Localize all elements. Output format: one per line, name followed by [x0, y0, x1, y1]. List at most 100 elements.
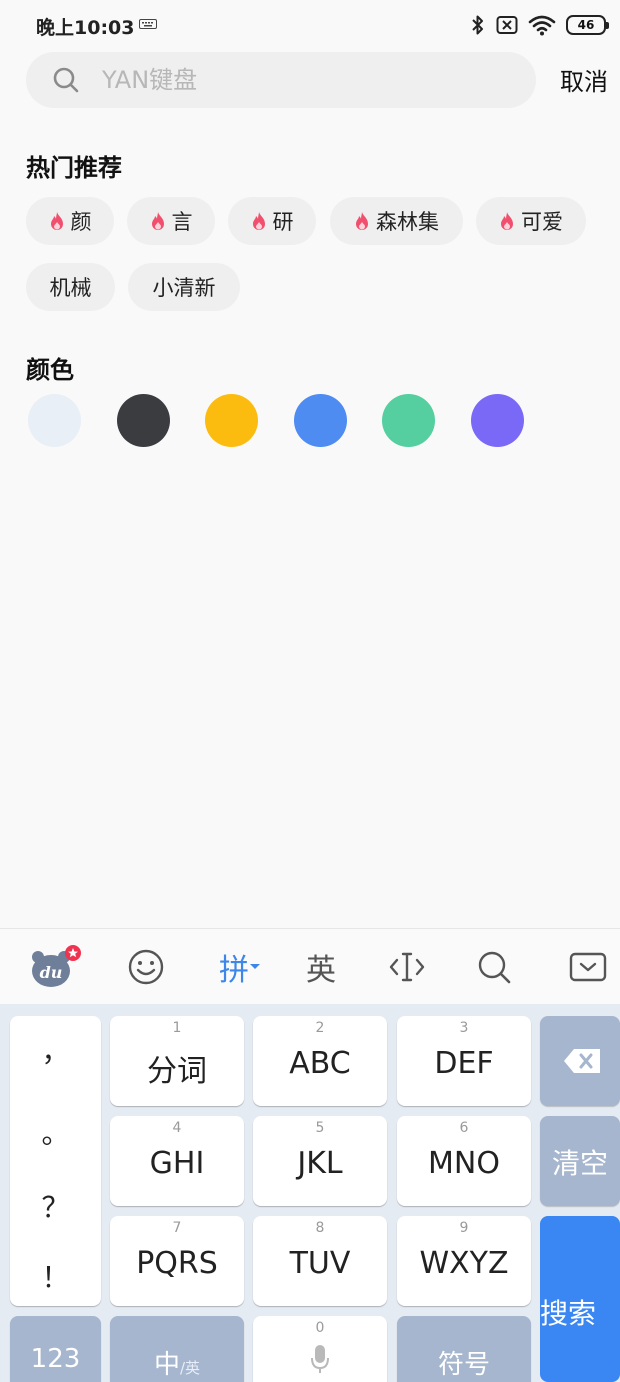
color-swatch[interactable]	[294, 394, 347, 447]
key-label: JKL	[297, 1146, 343, 1181]
key-8[interactable]: 8 TUV	[253, 1216, 387, 1306]
clear-key[interactable]: 清空	[540, 1116, 620, 1206]
punct-key[interactable]: ，	[10, 1030, 101, 1070]
key-label: DEF	[434, 1046, 494, 1081]
pinyin-button[interactable]: 拼	[214, 943, 266, 991]
key-6[interactable]: 6 MNO	[397, 1116, 531, 1206]
search-icon	[53, 67, 79, 93]
key-label: 分词	[147, 1054, 207, 1089]
flame-icon	[50, 212, 63, 230]
key-label: ABC	[289, 1046, 351, 1081]
key-label: PQRS	[136, 1246, 218, 1281]
search-input[interactable]	[102, 52, 522, 108]
key-1[interactable]: 1 分词	[110, 1016, 244, 1106]
key-9[interactable]: 9 WXYZ	[397, 1216, 531, 1306]
numbers-label: 123	[30, 1344, 81, 1374]
keyboard-body: ， 。 ？ ！ 1 分词 2 ABC 3 DEF 4 GHI 5 JKL 6 M…	[0, 1004, 620, 1382]
emoji-button[interactable]	[126, 943, 166, 991]
symbols-label: 符号	[437, 1350, 490, 1380]
battery-level: 46	[577, 18, 595, 32]
flame-icon	[151, 212, 164, 230]
key-number: 8	[315, 1220, 325, 1236]
bear-logo-icon: du	[32, 945, 81, 987]
hot-recommend-title: 热门推荐	[26, 154, 122, 182]
search-key[interactable]: 搜索	[540, 1216, 620, 1382]
hot-tag[interactable]: 颜	[26, 197, 114, 245]
caret-down-icon	[250, 964, 260, 969]
key-7[interactable]: 7 PQRS	[110, 1216, 244, 1306]
wifi-icon	[528, 15, 556, 36]
numbers-key[interactable]: 123	[10, 1316, 101, 1382]
punct-key[interactable]: 。	[10, 1112, 101, 1152]
hot-tag[interactable]: 机械	[26, 263, 115, 311]
cursor-move-icon	[389, 952, 425, 982]
key-label: WXYZ	[419, 1246, 509, 1281]
search-box[interactable]	[26, 52, 536, 108]
key-number: 4	[172, 1120, 182, 1136]
punctuation-column[interactable]: ， 。 ？ ！	[10, 1016, 101, 1306]
keyboard-logo-button[interactable]: du	[28, 943, 84, 991]
language-switch-label: 中/英	[110, 1344, 244, 1381]
key-number: 6	[459, 1120, 469, 1136]
key-label: GHI	[149, 1146, 205, 1181]
flame-icon	[252, 212, 265, 230]
punct-key[interactable]: ！	[10, 1256, 101, 1296]
status-bar: 晚上10:03 46	[0, 0, 620, 50]
key-number: 1	[172, 1020, 182, 1036]
key-3[interactable]: 3 DEF	[397, 1016, 531, 1106]
key-number: 0	[315, 1320, 325, 1336]
language-switch-key[interactable]: 中/英	[110, 1316, 244, 1382]
color-swatch[interactable]	[28, 394, 81, 447]
bluetooth-icon	[472, 15, 483, 35]
symbols-key[interactable]: 符号	[397, 1316, 531, 1382]
key-number: 7	[172, 1220, 182, 1236]
keyboard-indicator-icon	[139, 19, 157, 29]
microphone-icon	[311, 1345, 329, 1373]
backspace-key[interactable]	[540, 1016, 620, 1106]
status-time: 晚上10:03	[36, 17, 135, 39]
key-number: 9	[459, 1220, 469, 1236]
hot-tag[interactable]: 森林集	[330, 197, 463, 245]
hot-tag-label: 颜	[70, 210, 92, 234]
cursor-button[interactable]	[388, 943, 426, 991]
key-number: 3	[459, 1020, 469, 1036]
hot-tag[interactable]: 研	[228, 197, 316, 245]
pinyin-label: 拼	[219, 953, 249, 988]
hide-keyboard-button[interactable]	[568, 943, 608, 991]
logo-text: du	[40, 963, 63, 982]
color-title: 颜色	[26, 356, 74, 384]
sim-off-icon	[496, 16, 518, 34]
hot-tag[interactable]: 小清新	[128, 263, 240, 311]
backspace-icon	[564, 1049, 600, 1073]
color-swatch[interactable]	[471, 394, 524, 447]
hot-tag-label: 小清新	[152, 276, 216, 300]
hot-tag[interactable]: 言	[127, 197, 215, 245]
keyboard-toolbar: du 拼 英	[0, 928, 620, 1004]
hot-tag-label: 森林集	[376, 210, 439, 234]
punct-key[interactable]: ？	[10, 1186, 101, 1226]
flame-icon	[356, 212, 368, 230]
space-key[interactable]: 0	[253, 1316, 387, 1382]
hot-tag[interactable]: 可爱	[476, 197, 586, 245]
english-label: 英	[306, 953, 336, 988]
key-number: 5	[315, 1120, 325, 1136]
hot-tag-label: 机械	[49, 276, 92, 300]
emoji-icon	[128, 949, 164, 985]
cancel-button[interactable]: 取消	[560, 62, 608, 97]
color-swatch[interactable]	[205, 394, 258, 447]
hot-tag-label: 言	[171, 210, 193, 234]
keyboard-hide-icon	[569, 952, 607, 982]
color-swatch[interactable]	[382, 394, 435, 447]
key-5[interactable]: 5 JKL	[253, 1116, 387, 1206]
key-4[interactable]: 4 GHI	[110, 1116, 244, 1206]
color-swatch[interactable]	[117, 394, 170, 447]
english-button[interactable]: 英	[302, 943, 340, 991]
key-label: MNO	[428, 1146, 500, 1181]
key-2[interactable]: 2 ABC	[253, 1016, 387, 1106]
keyboard-search-button[interactable]	[474, 943, 514, 991]
key-number: 2	[315, 1020, 325, 1036]
lang-main-label: 中	[153, 1350, 180, 1380]
key-label: TUV	[289, 1246, 351, 1281]
clear-label: 清空	[551, 1147, 608, 1180]
lang-sub-label: /英	[179, 1359, 201, 1377]
